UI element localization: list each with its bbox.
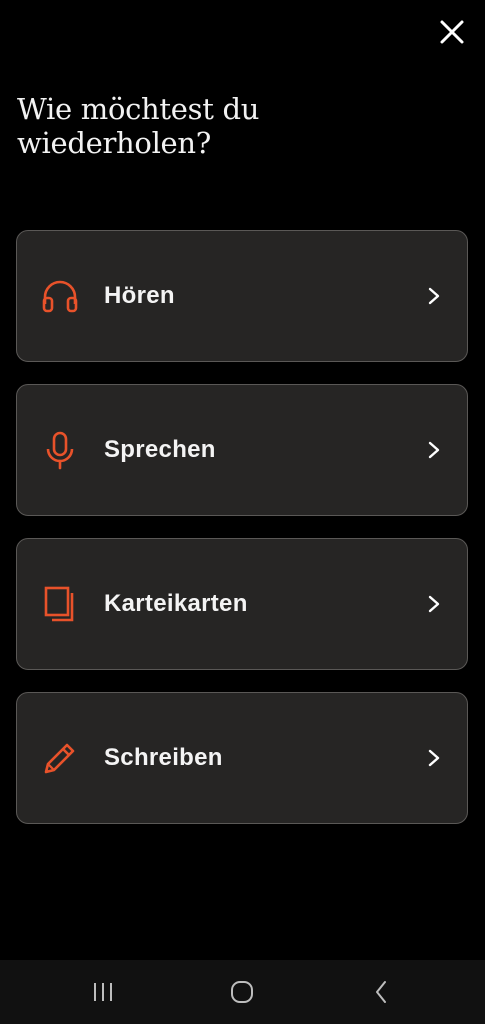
recent-apps-button[interactable] bbox=[83, 974, 123, 1010]
option-karteikarten[interactable]: Karteikarten bbox=[16, 538, 468, 670]
option-label: Schreiben bbox=[104, 744, 223, 771]
flashcards-icon bbox=[40, 584, 80, 624]
pencil-icon bbox=[40, 738, 80, 778]
chevron-right-icon bbox=[428, 441, 440, 459]
option-schreiben[interactable]: Schreiben bbox=[16, 692, 468, 824]
close-button[interactable] bbox=[432, 12, 472, 52]
home-icon bbox=[231, 981, 253, 1003]
headphones-icon bbox=[40, 276, 80, 316]
home-button[interactable] bbox=[222, 974, 262, 1010]
title-line-1: Wie möchtest du bbox=[17, 92, 260, 126]
chevron-right-icon bbox=[428, 749, 440, 767]
microphone-icon bbox=[40, 430, 80, 470]
option-sprechen[interactable]: Sprechen bbox=[16, 384, 468, 516]
back-icon bbox=[376, 981, 386, 1003]
system-navigation-bar bbox=[0, 960, 485, 1024]
chevron-right-icon bbox=[428, 287, 440, 305]
option-label: Sprechen bbox=[104, 436, 216, 463]
close-icon bbox=[440, 20, 464, 44]
option-label: Hören bbox=[104, 282, 175, 309]
review-options-list: Hören Sprechen Karteikarten Schreiben bbox=[16, 230, 468, 846]
page-title: Wie möchtest du wiederholen? bbox=[17, 92, 437, 160]
chevron-right-icon bbox=[428, 595, 440, 613]
option-hoeren[interactable]: Hören bbox=[16, 230, 468, 362]
back-button[interactable] bbox=[361, 974, 401, 1010]
recent-apps-icon bbox=[94, 983, 112, 1001]
option-label: Karteikarten bbox=[104, 590, 248, 617]
title-line-2: wiederholen? bbox=[17, 126, 212, 160]
